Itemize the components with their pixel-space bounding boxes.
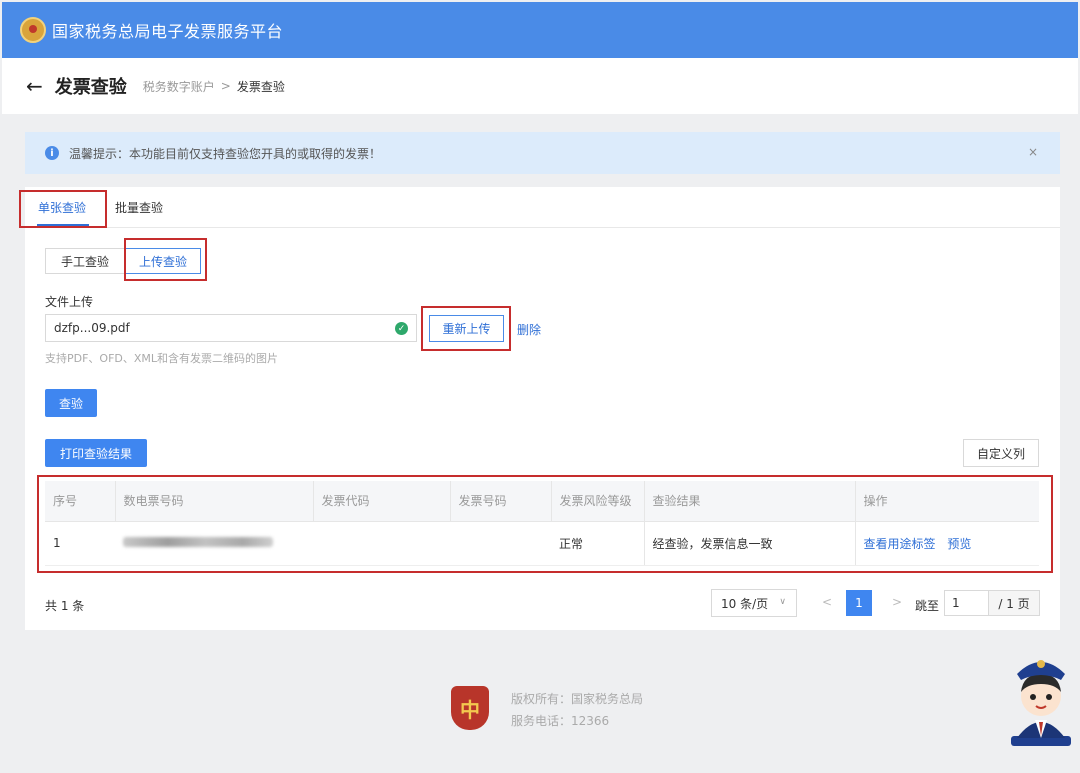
- jump-page-input[interactable]: 1: [944, 590, 989, 616]
- page-header: ← 发票查验 税务数字账户 > 发票查验: [2, 58, 1078, 114]
- verify-result-cell: 经查验，发票信息一致: [643, 521, 855, 566]
- notice-text: 温馨提示：本功能目前仅支持查验您开具的或取得的发票！: [69, 146, 382, 161]
- assistant-mascot-icon[interactable]: [1005, 648, 1077, 748]
- verify-button[interactable]: 查验: [45, 389, 97, 417]
- platform-title: 国家税务总局电子发票服务平台: [52, 22, 284, 41]
- delete-link[interactable]: 删除: [517, 321, 541, 338]
- invoice-code-cell: [313, 521, 450, 566]
- breadcrumb-current: 发票查验: [236, 79, 285, 94]
- column-header: 发票风险等级: [551, 481, 645, 522]
- total-count: 共 1 条: [45, 599, 85, 613]
- next-page-icon[interactable]: >: [892, 595, 902, 609]
- info-icon: i: [45, 146, 59, 160]
- column-header: 数电票号码: [115, 481, 314, 522]
- mode-upload-verify[interactable]: 上传查验: [125, 248, 201, 274]
- tax-bureau-logo-icon: 中: [451, 686, 489, 730]
- table-row: 1 正常 经查验，发票信息一致 查看用途标签 预览: [45, 521, 1039, 566]
- top-bar: 国家税务总局电子发票服务平台: [2, 2, 1078, 58]
- prev-page-icon[interactable]: <: [822, 595, 832, 609]
- page-size-select[interactable]: 10 条/页 ∨: [711, 589, 797, 617]
- results-table: 序号 数电票号码 发票代码 发票号码 发票风险等级 查验结果 操作 1 正常 经…: [45, 481, 1039, 566]
- back-arrow-icon[interactable]: ←: [26, 74, 43, 98]
- invoice-number-cell: [115, 521, 313, 566]
- notice-banner: i 温馨提示：本功能目前仅支持查验您开具的或取得的发票！ ×: [25, 132, 1060, 174]
- column-header: 操作: [855, 481, 1039, 522]
- total-pages: / 1 页: [988, 590, 1040, 616]
- success-check-icon: ✓: [395, 322, 408, 335]
- copyright-text: 版权所有：国家税务总局: [511, 692, 644, 706]
- breadcrumb-parent[interactable]: 税务数字账户: [143, 78, 215, 95]
- jump-to-label: 跳至: [915, 599, 940, 613]
- tab-batch-verify[interactable]: 批量查验: [115, 199, 163, 216]
- table-header-row: 序号 数电票号码 发票代码 发票号码 发票风险等级 查验结果 操作: [45, 481, 1039, 522]
- operations-cell: 查看用途标签 预览: [854, 521, 1039, 566]
- close-icon[interactable]: ×: [1028, 145, 1038, 159]
- column-header: 发票代码: [313, 481, 451, 522]
- column-header: 发票号码: [450, 481, 552, 522]
- file-upload-label: 文件上传: [45, 295, 94, 309]
- customize-columns-button[interactable]: 自定义列: [963, 439, 1039, 467]
- reupload-button[interactable]: 重新上传: [429, 315, 504, 342]
- view-usage-tags-link[interactable]: 查看用途标签: [864, 537, 936, 551]
- file-name: dzfp...09.pdf: [54, 321, 130, 335]
- print-results-button[interactable]: 打印查验结果: [45, 439, 147, 467]
- column-header: 查验结果: [644, 481, 856, 522]
- mode-manual-verify[interactable]: 手工查验: [45, 248, 125, 274]
- preview-link[interactable]: 预览: [947, 537, 971, 551]
- tax-emblem-icon: [20, 17, 46, 43]
- breadcrumb-separator: >: [220, 79, 231, 93]
- page-number-current[interactable]: 1: [846, 590, 872, 616]
- row-index: 1: [45, 521, 115, 566]
- uploaded-file-field[interactable]: dzfp...09.pdf ✓: [45, 314, 417, 342]
- page-title: 发票查验: [54, 77, 127, 98]
- upload-hint: 支持PDF、OFD、XML和含有发票二维码的图片: [45, 352, 279, 365]
- risk-level-cell: 正常: [551, 521, 644, 566]
- column-header: 序号: [45, 481, 116, 522]
- verify-tabs: 单张查验 批量查验: [25, 187, 1060, 228]
- active-tab-indicator: [37, 224, 89, 226]
- tab-single-verify[interactable]: 单张查验: [38, 199, 86, 216]
- verification-card: 单张查验 批量查验 手工查验 上传查验 文件上传 dzfp...09.pdf ✓…: [19, 187, 1060, 630]
- redacted-invoice-number: [123, 537, 273, 547]
- page-size-value: 10 条/页: [721, 596, 769, 611]
- chevron-down-icon: ∨: [779, 597, 786, 607]
- invoice-no-cell: [450, 521, 551, 566]
- service-phone-text: 服务电话：12366: [511, 714, 610, 728]
